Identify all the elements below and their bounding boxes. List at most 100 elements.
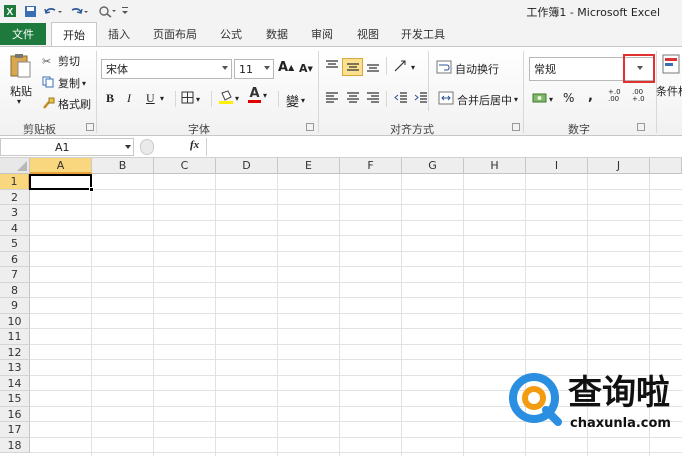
row-header-13[interactable]: 13 — [0, 360, 30, 376]
underline-button[interactable]: U — [146, 91, 155, 106]
font-size-dropdown-icon[interactable] — [264, 66, 270, 70]
paste-dropdown-icon[interactable]: ▾ — [17, 97, 21, 106]
font-color-button[interactable]: A ▾ — [248, 87, 267, 103]
accounting-dropdown-icon[interactable]: ▾ — [549, 95, 553, 104]
column-header-c[interactable]: C — [154, 158, 216, 174]
tab-view[interactable]: 视图 — [357, 26, 379, 42]
row-header-16[interactable]: 16 — [0, 406, 30, 422]
borders-button[interactable]: ▾ — [181, 91, 200, 107]
row-header-17[interactable]: 17 — [0, 422, 30, 438]
align-bottom-icon[interactable] — [365, 59, 381, 73]
font-name-dropdown-icon[interactable] — [222, 66, 228, 70]
fill-color-button[interactable]: ▾ — [218, 89, 239, 108]
increase-decimal-button[interactable]: +.0 .00 — [608, 89, 628, 103]
tools-icon[interactable] — [96, 3, 118, 19]
tab-home[interactable]: 开始 — [51, 22, 97, 46]
fill-color-dropdown-icon[interactable]: ▾ — [235, 94, 239, 103]
tab-developer[interactable]: 开发工具 — [401, 26, 445, 42]
row-header-1[interactable]: 1 — [0, 174, 30, 190]
column-header-f[interactable]: F — [340, 158, 402, 174]
select-all-corner[interactable] — [0, 158, 30, 174]
row-header-6[interactable]: 6 — [0, 251, 30, 267]
percent-button[interactable]: % — [563, 91, 574, 105]
number-format-dropdown-icon[interactable] — [637, 66, 643, 70]
format-painter-button[interactable]: 格式刷 — [42, 96, 91, 112]
tab-review[interactable]: 审阅 — [311, 26, 333, 42]
copy-dropdown-icon[interactable]: ▾ — [82, 79, 86, 88]
column-header-d[interactable]: D — [216, 158, 278, 174]
column-header-e[interactable]: E — [278, 158, 340, 174]
row-header-5[interactable]: 5 — [0, 236, 30, 252]
name-box[interactable]: A1 — [0, 138, 134, 156]
row-header-2[interactable]: 2 — [0, 189, 30, 205]
decrease-indent-icon[interactable] — [393, 91, 409, 105]
phonetic-button[interactable]: 變 ▾ — [286, 91, 305, 110]
formula-bar-handle-icon[interactable] — [140, 139, 154, 155]
font-color-dropdown-icon[interactable]: ▾ — [263, 91, 267, 100]
column-header-b[interactable]: B — [92, 158, 154, 174]
phonetic-dropdown-icon[interactable]: ▾ — [301, 96, 305, 105]
comma-style-button[interactable]: , — [588, 89, 593, 104]
wrap-text-button[interactable]: 自动换行 — [436, 60, 499, 77]
row-header-4[interactable]: 4 — [0, 220, 30, 236]
orientation-dropdown-icon[interactable]: ▾ — [411, 63, 415, 72]
paste-icon[interactable] — [6, 51, 34, 81]
column-header-j[interactable]: J — [588, 158, 650, 174]
row-header-8[interactable]: 8 — [0, 282, 30, 298]
row-header-3[interactable]: 3 — [0, 205, 30, 221]
accounting-format-button[interactable]: ▾ — [532, 91, 553, 108]
row-header-14[interactable]: 14 — [0, 375, 30, 391]
clipboard-launcher-icon[interactable] — [86, 123, 94, 131]
insert-function-button[interactable]: fx — [190, 139, 199, 151]
font-launcher-icon[interactable] — [306, 123, 314, 131]
increase-indent-icon[interactable] — [413, 91, 429, 105]
column-header-i[interactable]: I — [526, 158, 588, 174]
customize-toolbar-icon[interactable] — [120, 3, 130, 19]
tab-insert[interactable]: 插入 — [108, 26, 130, 42]
align-center-icon[interactable] — [345, 91, 361, 105]
decrease-decimal-button[interactable]: .00 +.0 — [632, 89, 652, 103]
align-middle-icon[interactable] — [342, 58, 363, 76]
font-name-box[interactable]: 宋体 — [101, 59, 232, 79]
formula-input[interactable] — [206, 138, 682, 156]
row-header-9[interactable]: 9 — [0, 298, 30, 314]
save-icon[interactable] — [22, 3, 38, 19]
align-left-icon[interactable] — [324, 91, 340, 105]
italic-button[interactable]: I — [127, 91, 131, 106]
tab-page-layout[interactable]: 页面布局 — [153, 26, 197, 42]
tab-file[interactable]: 文件 — [0, 23, 46, 45]
conditional-format-label[interactable]: 条件格 — [656, 83, 682, 99]
align-right-icon[interactable] — [365, 91, 381, 105]
undo-icon[interactable] — [42, 3, 64, 19]
column-header-g[interactable]: G — [402, 158, 464, 174]
row-header-18[interactable]: 18 — [0, 437, 30, 453]
shrink-font-button[interactable]: A ▼ — [299, 62, 313, 75]
cut-button[interactable]: ✂ 剪切 — [42, 53, 80, 69]
row-header-11[interactable]: 11 — [0, 329, 30, 345]
borders-dropdown-icon[interactable]: ▾ — [196, 95, 200, 104]
name-box-dropdown-icon[interactable] — [125, 145, 131, 149]
conditional-format-icon[interactable] — [661, 53, 682, 75]
copy-button[interactable]: 复制 ▾ — [42, 75, 86, 91]
grow-font-button[interactable]: A ▲ — [278, 60, 294, 75]
row-header-10[interactable]: 10 — [0, 313, 30, 329]
row-header-7[interactable]: 7 — [0, 267, 30, 283]
underline-dropdown-icon[interactable]: ▾ — [160, 94, 164, 103]
active-cell-selection[interactable] — [29, 173, 92, 190]
column-header-h[interactable]: H — [464, 158, 526, 174]
row-header-12[interactable]: 12 — [0, 344, 30, 360]
orientation-button[interactable]: ▾ — [393, 59, 415, 76]
font-size-box[interactable]: 11 — [234, 59, 274, 79]
redo-icon[interactable] — [68, 3, 90, 19]
bold-button[interactable]: B — [106, 91, 114, 106]
column-header-a[interactable]: A — [30, 158, 92, 174]
tab-data[interactable]: 数据 — [266, 26, 288, 42]
merge-dropdown-icon[interactable]: ▾ — [514, 95, 518, 104]
number-launcher-icon[interactable] — [637, 123, 645, 131]
merge-center-button[interactable]: 合并后居中 ▾ — [438, 91, 518, 108]
fill-handle[interactable] — [89, 187, 94, 192]
align-top-icon[interactable] — [324, 59, 340, 73]
row-header-15[interactable]: 15 — [0, 391, 30, 407]
tab-formulas[interactable]: 公式 — [220, 26, 242, 42]
alignment-launcher-icon[interactable] — [512, 123, 520, 131]
